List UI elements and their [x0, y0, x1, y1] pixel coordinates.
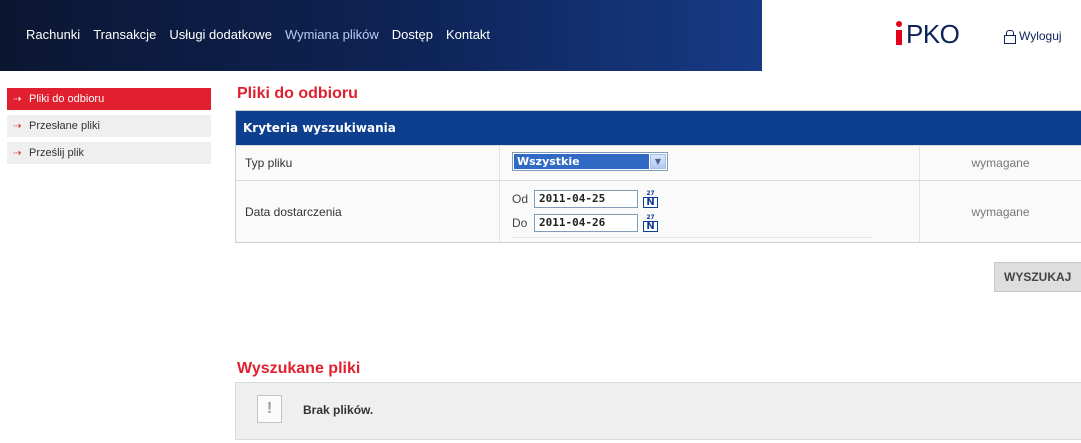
page-title: Pliki do odbioru: [237, 85, 358, 102]
sidebar-item-przeslij-plik[interactable]: ⇢ Prześlij plik: [7, 142, 211, 165]
logo-text: PKO: [906, 19, 960, 49]
date-to-input[interactable]: 2011-04-26: [534, 214, 638, 232]
date-from-input[interactable]: 2011-04-25: [534, 190, 638, 208]
date-to-row: Do 2011-04-26 27 N: [512, 214, 659, 232]
date-from-row: Od 2011-04-25 27 N: [512, 190, 659, 208]
nav-item-dostep[interactable]: Dostęp: [392, 27, 433, 42]
calendar-icon[interactable]: 27 N: [642, 190, 659, 208]
lock-icon: [1002, 30, 1016, 44]
file-type-selected-value: Wszystkie: [514, 154, 649, 169]
sidebar-item-label: Pliki do odbioru: [29, 93, 105, 105]
date-to-label: Do: [512, 216, 528, 230]
file-type-required: wymagane: [971, 156, 1030, 170]
arrow-right-icon: ⇢: [13, 120, 22, 132]
logo-i-dot: [896, 21, 902, 27]
sidebar: ⇢ Pliki do odbioru ⇢ Przesłane pliki ⇢ P…: [7, 88, 211, 169]
file-type-label: Typ pliku: [245, 156, 293, 170]
divider: [512, 237, 872, 238]
date-from-label: Od: [512, 192, 529, 206]
results-title: Wyszukane pliki: [237, 360, 361, 377]
empty-message-text: Brak plików.: [303, 403, 374, 417]
logo-i-stem: [896, 30, 902, 45]
file-type-select[interactable]: Wszystkie ▼: [512, 152, 668, 171]
arrow-right-icon: ⇢: [13, 147, 22, 159]
nav-item-rachunki[interactable]: Rachunki: [26, 27, 80, 42]
delivery-date-row: Data dostarczenia Od 2011-04-25 27 N Do …: [236, 180, 1081, 242]
top-navigation-bar: Rachunki Transakcje Usługi dodatkowe Wym…: [0, 0, 1081, 71]
empty-results-message: ! Brak plików.: [235, 382, 1081, 440]
chevron-down-icon[interactable]: ▼: [650, 154, 666, 169]
delivery-date-field: Od 2011-04-25 27 N Do 2011-04-26 27 N: [499, 181, 920, 242]
search-criteria-panel: Kryteria wyszukiwania Typ pliku Wszystki…: [235, 110, 1081, 243]
delivery-date-required: wymagane: [971, 204, 1030, 219]
sidebar-item-pliki-do-odbioru[interactable]: ⇢ Pliki do odbioru: [7, 88, 211, 111]
sidebar-item-przeslane-pliki[interactable]: ⇢ Przesłane pliki: [7, 115, 211, 138]
exclamation-icon: !: [257, 395, 282, 423]
delivery-date-label: Data dostarczenia: [245, 204, 342, 219]
sidebar-item-label: Prześlij plik: [29, 147, 85, 159]
calendar-icon[interactable]: 27 N: [642, 214, 659, 232]
nav-item-wymiana-plikow[interactable]: Wymiana plików: [285, 27, 379, 42]
file-type-row: Typ pliku Wszystkie ▼ wymagane: [236, 145, 1081, 180]
main-nav: Rachunki Transakcje Usługi dodatkowe Wym…: [26, 27, 503, 42]
file-type-field: Wszystkie ▼: [499, 146, 920, 180]
sidebar-item-label: Przesłane pliki: [29, 120, 100, 132]
nav-item-kontakt[interactable]: Kontakt: [446, 27, 490, 42]
nav-item-uslugi-dodatkowe[interactable]: Usługi dodatkowe: [169, 27, 272, 42]
search-button[interactable]: WYSZUKAJ: [994, 262, 1081, 292]
arrow-right-icon: ⇢: [13, 93, 22, 105]
logout-label: Wyloguj: [1019, 29, 1062, 43]
criteria-header: Kryteria wyszukiwania: [236, 111, 1081, 145]
logout-button[interactable]: Wyloguj: [1002, 29, 1062, 44]
nav-item-transakcje[interactable]: Transakcje: [93, 27, 156, 42]
